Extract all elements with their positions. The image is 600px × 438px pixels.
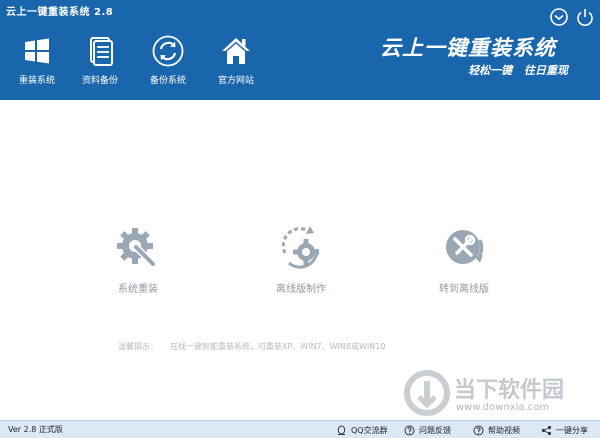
footer-link-label: 一键分享 [556,425,588,435]
downxia-logo-icon [404,370,450,416]
windows-logo-icon [20,34,54,68]
feature-go-offline[interactable]: 转到离线版 [404,222,524,295]
tools-circle-icon [439,222,489,272]
nav-item-official-site[interactable]: 官方网站 [202,30,270,90]
menu-icon [550,8,568,26]
title-bar: 云上一键重装系统 2.8 重装系统 资料备份 备份系统 官方网站 云上一键重装系… [0,0,600,100]
help-circle-icon [404,425,415,436]
footer-link-feedback[interactable]: 问题反馈 [404,423,451,437]
brand-slogan: 轻松一键 往日重现 [468,64,568,77]
qq-icon [336,425,347,436]
cycle-gear-icon [276,222,326,272]
app-title: 云上一键重装系统 2.8 [6,7,114,18]
footer-link-label: 帮助视频 [488,425,520,435]
brand-title: 云上一键重装系统 [380,35,556,60]
footer-link-label: 问题反馈 [419,425,451,435]
house-icon [219,34,253,68]
share-icon [541,425,552,436]
feature-system-reinstall[interactable]: 系统重装 [78,222,198,295]
nav-label: 备份系统 [149,76,186,86]
footer-link-share[interactable]: 一键分享 [541,423,588,437]
version-label: Ver 2.8 正式版 [8,425,63,434]
footer-link-help-video[interactable]: 帮助视频 [473,423,520,437]
nav-item-backup-data[interactable]: 资料备份 [66,30,134,90]
menu-button[interactable] [548,6,570,28]
gear-wrench-icon [113,222,163,272]
nav-label: 官方网站 [217,76,254,86]
nav-label: 重装系统 [18,76,55,86]
tip-label: 温馨提示： [118,342,158,351]
tip-text: 在线一键智能重装系统，可重装XP、WIN7、WIN8或WIN10 [170,342,386,351]
nav-item-reinstall[interactable]: 重装系统 [3,30,71,90]
power-button[interactable] [574,6,596,28]
refresh-circle-icon [151,34,185,68]
document-stack-icon [83,34,117,68]
nav-label: 资料备份 [81,76,118,86]
tip-line: 温馨提示： 在线一键智能重装系统，可重装XP、WIN7、WIN8或WIN10 [118,341,385,352]
question-circle-icon [473,425,484,436]
feature-label: 离线版制作 [276,284,326,295]
watermark: 当下软件园 www.downxia.com [404,370,594,418]
nav-item-backup-system[interactable]: 备份系统 [134,30,202,90]
watermark-url: www.downxia.com [456,402,550,413]
watermark-name: 当下软件园 [454,377,565,403]
status-bar: Ver 2.8 正式版 QQ交流群 问题反馈 帮助视频 一键分享 [0,420,600,438]
feature-offline-build[interactable]: 离线版制作 [241,222,361,295]
footer-link-label: QQ交流群 [351,425,388,435]
power-icon [577,9,593,26]
footer-link-qq-group[interactable]: QQ交流群 [336,423,388,437]
feature-label: 转到离线版 [439,284,489,295]
feature-label: 系统重装 [118,284,158,295]
